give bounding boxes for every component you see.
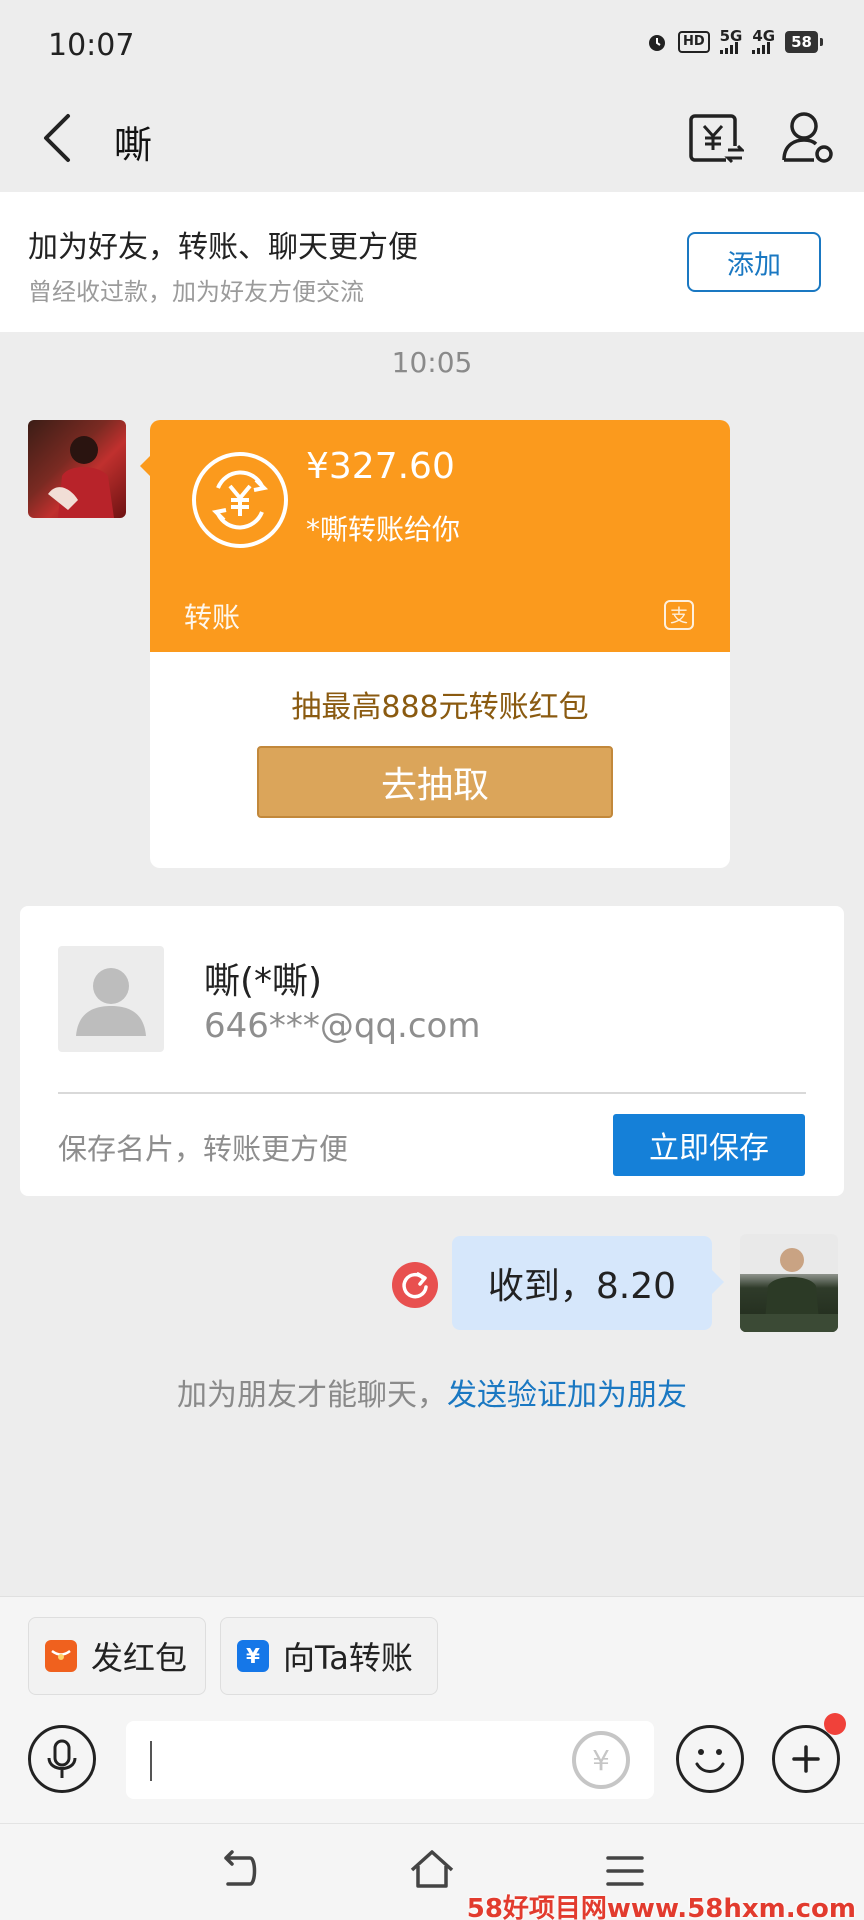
red-packet-label: 发红包 (91, 1639, 188, 1677)
smiley-icon (695, 1749, 725, 1773)
signal-5g-icon: 5G (719, 29, 742, 54)
profile-settings-button[interactable] (778, 108, 838, 168)
nav-home-button[interactable] (406, 1844, 458, 1896)
status-time: 10:07 (48, 28, 135, 63)
promo-text: 抽最高888元转账红包 (291, 690, 589, 725)
message-timestamp: 10:05 (391, 346, 473, 379)
default-person-icon (76, 968, 146, 1036)
sender-avatar[interactable] (28, 420, 126, 518)
contact-card[interactable]: 嘶(*嘶) 646***@qq.com 保存名片，转账更方便 立即保存 (20, 906, 844, 1196)
page-title: 嘶 (114, 123, 153, 167)
red-packet-icon (45, 1640, 77, 1672)
add-friend-button[interactable]: 添加 (687, 232, 821, 292)
chevron-left-icon (44, 114, 70, 162)
transfer-yuan-icon: ¥ (237, 1640, 269, 1672)
contact-avatar (58, 946, 164, 1052)
transfer-card-header: ¥327.60 *嘶转账给你 转账 支 (150, 420, 730, 652)
transfer-description: *嘶转账给你 (306, 513, 461, 546)
emoji-button[interactable] (676, 1725, 744, 1793)
friend-hint-text: 加为朋友才能聊天， (177, 1378, 447, 1413)
nav-back-icon (224, 1850, 257, 1886)
bottom-input-area: 发红包 ¥ 向Ta转账 ¥ (0, 1596, 864, 1920)
resend-icon[interactable] (392, 1262, 438, 1308)
banner-title: 加为好友，转账、聊天更方便 (28, 230, 418, 265)
quick-transfer-icon[interactable]: ¥ (572, 1731, 630, 1789)
transfer-to-ta-label: 向Ta转账 (283, 1639, 413, 1677)
transfer-card[interactable]: ¥327.60 *嘶转账给你 转账 支 抽最高888元转账红包 去抽取 (150, 420, 730, 868)
draw-red-packet-button[interactable]: 去抽取 (257, 746, 613, 818)
hd-icon: HD (677, 31, 710, 53)
my-avatar-photo (740, 1234, 838, 1332)
transfer-record-button[interactable] (688, 108, 746, 168)
title-bar: 嘶 (0, 90, 864, 190)
watermark-text: 58好项目网www.58hxm.com (466, 1894, 856, 1920)
person-settings-icon (782, 112, 833, 163)
plus-icon (792, 1745, 820, 1773)
transfer-to-ta-button[interactable]: ¥ 向Ta转账 (220, 1617, 438, 1695)
sent-message-bubble[interactable]: 收到，8.20 (452, 1236, 712, 1330)
sender-avatar-photo (48, 436, 114, 518)
transfer-amount: ¥327.60 (306, 446, 455, 487)
alarm-icon (648, 35, 665, 51)
voice-input-button[interactable] (28, 1725, 96, 1793)
transfer-coin-icon (192, 452, 288, 548)
status-bar: 10:07 HD 5G 4G 58 (0, 0, 864, 90)
sent-message-tail (712, 1270, 724, 1294)
status-icons: HD 5G 4G 58 (646, 29, 823, 54)
contact-name: 嘶(*嘶) (204, 961, 323, 1002)
send-verification-link[interactable]: 发送验证加为朋友 (447, 1378, 687, 1413)
microphone-icon (47, 1739, 77, 1778)
save-contact-button[interactable]: 立即保存 (613, 1114, 805, 1176)
my-avatar[interactable] (740, 1234, 838, 1332)
friend-required-hint: 加为朋友才能聊天，发送验证加为朋友 (0, 1370, 864, 1414)
nav-back-button[interactable] (214, 1846, 264, 1896)
send-red-packet-button[interactable]: 发红包 (28, 1617, 206, 1695)
battery-icon: 58 (785, 31, 823, 53)
contact-email: 646***@qq.com (204, 1006, 481, 1046)
yuan-transfer-icon (689, 114, 746, 164)
notification-dot (824, 1713, 846, 1735)
transfer-label: 转账 (184, 601, 241, 634)
add-friend-banner: 加为好友，转账、聊天更方便 曾经收过款，加为好友方便交流 添加 (0, 192, 864, 332)
more-options-button[interactable] (772, 1725, 840, 1793)
contact-divider (58, 1092, 806, 1094)
text-cursor (150, 1741, 152, 1781)
nav-home-icon (410, 1850, 454, 1888)
signal-4g-icon: 4G (752, 29, 775, 54)
banner-subtitle: 曾经收过款，加为好友方便交流 (28, 278, 364, 306)
alipay-logo-icon: 支 (664, 600, 694, 630)
contact-save-hint: 保存名片，转账更方便 (58, 1132, 349, 1166)
back-button[interactable] (34, 108, 84, 168)
message-input[interactable]: ¥ (126, 1721, 654, 1799)
